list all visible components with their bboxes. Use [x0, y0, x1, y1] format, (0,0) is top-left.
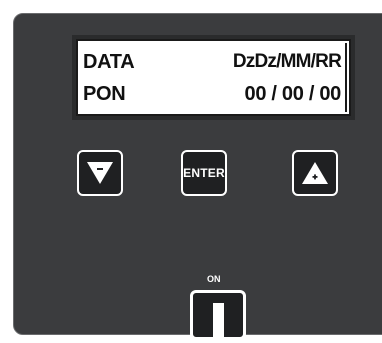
- lcd-screen: DATA DzDz/MM/RR PON 00 / 00 / 00: [76, 39, 351, 116]
- enter-button-label: ENTER: [183, 166, 225, 180]
- power-switch-bar-icon: [213, 303, 224, 343]
- enter-button[interactable]: ENTER: [181, 150, 227, 196]
- triangle-up-plus-icon: [302, 162, 328, 184]
- lcd-row1-value: DzDz/MM/RR: [232, 51, 342, 72]
- down-button[interactable]: [77, 150, 123, 196]
- control-panel: DATA DzDz/MM/RR PON 00 / 00 / 00 ENTER O…: [13, 13, 382, 343]
- lcd-row1-label: DATA: [83, 50, 135, 73]
- lcd-row2-label: PON: [83, 82, 126, 105]
- on-label: ON: [207, 274, 221, 284]
- lcd-row-date: DATA DzDz/MM/RR: [83, 47, 342, 77]
- lcd-row-day: PON 00 / 00 / 00: [83, 79, 341, 109]
- lcd-row2-value: 00 / 00 / 00: [244, 82, 342, 105]
- triangle-down-minus-icon: [87, 162, 113, 184]
- lcd-display: DATA DzDz/MM/RR PON 00 / 00 / 00: [72, 35, 355, 120]
- power-on-switch[interactable]: [190, 290, 246, 343]
- up-button[interactable]: [292, 150, 338, 196]
